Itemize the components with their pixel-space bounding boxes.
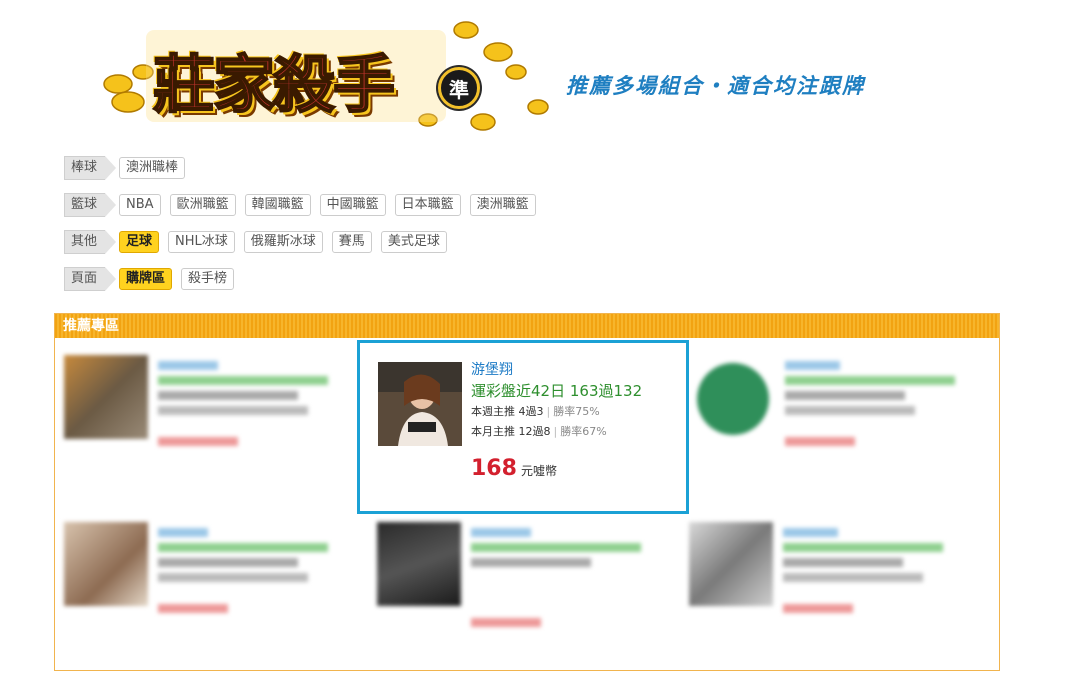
tipster-info	[158, 355, 378, 452]
tipster-avatar	[64, 355, 148, 439]
tipster-name[interactable]: 游堡翔	[471, 360, 642, 380]
separator: |	[546, 405, 551, 418]
filter-label: 其他	[64, 230, 117, 254]
person-photo-icon	[378, 362, 462, 446]
filter-item[interactable]: NBA	[119, 194, 161, 216]
filter-item[interactable]: 美式足球	[380, 231, 447, 253]
logo-badge: 準	[438, 67, 480, 109]
filter-label: 頁面	[64, 267, 117, 291]
tipster-avatar	[689, 522, 773, 606]
filter-row-other: 其他 足球 NHL冰球 俄羅斯冰球 賽馬 美式足球	[64, 230, 545, 254]
tipster-record: 運彩盤近42日 163過132	[471, 382, 643, 400]
week-stat: 本週主推 4過3 | 勝率75%	[471, 402, 642, 422]
tipster-avatar	[64, 522, 148, 606]
filter-item[interactable]: 澳洲職棒	[119, 157, 186, 179]
filter-item-active[interactable]: 足球	[119, 231, 160, 253]
filter-item[interactable]: 澳洲職籃	[469, 194, 536, 216]
tipster-info	[471, 522, 691, 633]
tipster-info	[785, 355, 1005, 452]
filter-item[interactable]: 賽馬	[331, 231, 372, 253]
tipster-avatar	[377, 522, 461, 606]
price-value: 168	[471, 456, 517, 481]
tipster-avatar	[697, 363, 769, 435]
category-filters: 棒球 澳洲職棒 籃球 NBA 歐洲職籃 韓國職籃 中國職籃 日本職籃 澳洲職籃 …	[64, 156, 545, 304]
tipster-card-blurred[interactable]	[689, 522, 1009, 692]
filter-row-baseball: 棒球 澳洲職棒	[64, 156, 545, 180]
filter-item[interactable]: 韓國職籃	[244, 194, 311, 216]
tipster-info	[783, 522, 1003, 619]
tipster-card-blurred[interactable]	[64, 522, 384, 692]
filter-label: 籃球	[64, 193, 117, 217]
separator: |	[553, 425, 558, 438]
tipster-card-blurred[interactable]	[377, 522, 697, 692]
filter-item[interactable]: 中國職籃	[319, 194, 386, 216]
tipster-info	[158, 522, 378, 619]
tipster-photo	[378, 362, 462, 446]
price-unit: 元噓幣	[520, 464, 557, 478]
month-main: 本月主推 12過8	[471, 425, 551, 438]
month-stat: 本月主推 12過8 | 勝率67%	[471, 422, 642, 442]
tipster-card-blurred[interactable]	[697, 355, 1017, 525]
logo-title: 莊家殺手	[152, 47, 396, 122]
tipster-info: 游堡翔 運彩盤近42日 163過132 本週主推 4過3 | 勝率75% 本月主推 …	[471, 360, 642, 442]
filter-item[interactable]: 殺手榜	[181, 268, 235, 290]
filter-label: 棒球	[64, 156, 117, 180]
filter-item[interactable]: NHL冰球	[168, 231, 235, 253]
filter-row-page: 頁面 購牌區 殺手榜	[64, 267, 545, 291]
filter-item[interactable]: 俄羅斯冰球	[243, 231, 323, 253]
filter-item[interactable]: 日本職籃	[394, 194, 461, 216]
filter-item-active[interactable]: 購牌區	[119, 268, 173, 290]
panel-title: 推薦專區	[55, 314, 999, 338]
month-rate: 勝率67%	[560, 425, 607, 438]
price[interactable]: 168 元噓幣	[471, 456, 557, 481]
tipster-card-blurred[interactable]	[64, 355, 384, 525]
site-logo[interactable]: 莊家殺手 準	[98, 12, 558, 140]
week-rate: 勝率75%	[553, 405, 600, 418]
filter-item[interactable]: 歐洲職籃	[169, 194, 236, 216]
week-main: 本週主推 4過3	[471, 405, 544, 418]
filter-row-basketball: 籃球 NBA 歐洲職籃 韓國職籃 中國職籃 日本職籃 澳洲職籃	[64, 193, 545, 217]
slogan: 推薦多場組合・適合均注跟牌	[566, 74, 865, 98]
featured-tipster-card[interactable]: 游堡翔 運彩盤近42日 163過132 本週主推 4過3 | 勝率75% 本月主推 …	[357, 340, 689, 514]
